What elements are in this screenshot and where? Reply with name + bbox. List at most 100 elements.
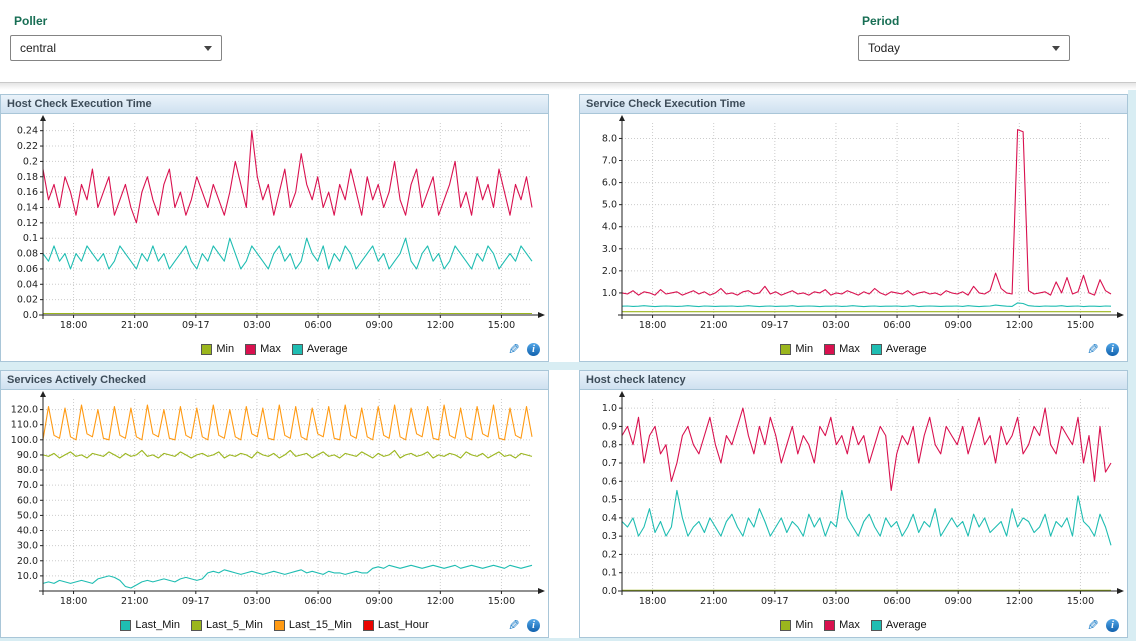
edit-graph-icon[interactable]: ✎ xyxy=(508,342,520,356)
svg-text:15:00: 15:00 xyxy=(488,320,515,331)
svg-text:4.0: 4.0 xyxy=(602,222,617,233)
info-icon[interactable]: i xyxy=(1106,343,1119,356)
svg-text:40.0: 40.0 xyxy=(17,526,38,537)
chart-legend: Min Max Average xyxy=(1,337,548,361)
svg-text:1.0: 1.0 xyxy=(602,403,617,414)
panel-host-check-execution-time: Host Check Execution Time 0.00.020.040.0… xyxy=(0,94,549,362)
legend-label: Min xyxy=(216,343,234,355)
svg-text:09:00: 09:00 xyxy=(944,320,971,331)
svg-text:18:00: 18:00 xyxy=(639,320,666,331)
chevron-down-icon xyxy=(204,46,212,51)
legend-item: Average xyxy=(871,619,927,631)
svg-text:60.0: 60.0 xyxy=(17,495,38,506)
legend-label: Average xyxy=(886,343,927,355)
legend-item: Max xyxy=(824,619,860,631)
panel-service-check-execution-time: Service Check Execution Time 1.02.03.04.… xyxy=(579,94,1128,362)
svg-text:0.4: 0.4 xyxy=(602,513,617,524)
svg-text:30.0: 30.0 xyxy=(17,541,38,552)
period-control: Period Today xyxy=(858,12,1070,61)
info-icon[interactable]: i xyxy=(527,619,540,632)
legend-label: Max xyxy=(260,343,281,355)
svg-text:0.1: 0.1 xyxy=(602,568,617,579)
chart-legend: Min Max Average xyxy=(580,337,1127,361)
svg-text:2.0: 2.0 xyxy=(602,266,617,277)
legend-swatch xyxy=(201,344,212,355)
svg-text:0.02: 0.02 xyxy=(17,295,38,306)
svg-text:18:00: 18:00 xyxy=(639,596,666,607)
chart-legend: Min Max Average xyxy=(580,613,1127,637)
svg-text:21:00: 21:00 xyxy=(121,320,148,331)
svg-text:15:00: 15:00 xyxy=(1067,596,1094,607)
legend-swatch xyxy=(191,620,202,631)
svg-text:90.0: 90.0 xyxy=(17,450,38,461)
legend-label: Average xyxy=(886,619,927,631)
background-strip xyxy=(1128,90,1136,641)
svg-text:0.7: 0.7 xyxy=(602,458,617,469)
legend-swatch xyxy=(363,620,374,631)
legend-label: Last_5_Min xyxy=(206,619,263,631)
svg-text:5.0: 5.0 xyxy=(602,200,617,211)
legend-label: Min xyxy=(795,619,813,631)
svg-text:15:00: 15:00 xyxy=(1067,320,1094,331)
legend-swatch xyxy=(824,620,835,631)
svg-text:12:00: 12:00 xyxy=(427,596,454,607)
svg-text:21:00: 21:00 xyxy=(700,596,727,607)
svg-text:0.06: 0.06 xyxy=(17,264,38,275)
edit-graph-icon[interactable]: ✎ xyxy=(1087,342,1099,356)
info-icon[interactable]: i xyxy=(527,343,540,356)
legend-swatch xyxy=(245,344,256,355)
svg-text:0.04: 0.04 xyxy=(17,279,38,290)
svg-text:21:00: 21:00 xyxy=(121,596,148,607)
edit-graph-icon[interactable]: ✎ xyxy=(1087,618,1099,632)
panel-title: Host check latency xyxy=(580,371,1127,390)
svg-text:09-17: 09-17 xyxy=(182,596,210,607)
legend-swatch xyxy=(780,344,791,355)
chart-services-actively-checked: 10.020.030.040.050.060.070.080.090.0100.… xyxy=(1,390,548,613)
svg-text:09:00: 09:00 xyxy=(365,596,392,607)
legend-swatch xyxy=(292,344,303,355)
legend-row: Min Max Average ✎ i xyxy=(1,337,548,361)
svg-text:0.1: 0.1 xyxy=(23,233,38,244)
svg-text:120.0: 120.0 xyxy=(11,405,38,416)
svg-text:0.24: 0.24 xyxy=(17,126,38,137)
svg-text:20.0: 20.0 xyxy=(17,556,38,567)
svg-text:0.6: 0.6 xyxy=(602,476,617,487)
poller-control: Poller central xyxy=(10,12,222,61)
svg-text:12:00: 12:00 xyxy=(427,320,454,331)
svg-text:18:00: 18:00 xyxy=(60,596,87,607)
svg-text:0.2: 0.2 xyxy=(23,156,38,167)
period-select[interactable]: Today xyxy=(858,35,1070,61)
legend-label: Max xyxy=(839,343,860,355)
legend-item: Min xyxy=(780,343,813,355)
info-icon[interactable]: i xyxy=(1106,619,1119,632)
legend-item: Average xyxy=(292,343,348,355)
svg-text:3.0: 3.0 xyxy=(602,244,617,255)
poller-select[interactable]: central xyxy=(10,35,222,61)
legend-swatch xyxy=(824,344,835,355)
svg-text:21:00: 21:00 xyxy=(700,320,727,331)
svg-text:09:00: 09:00 xyxy=(944,596,971,607)
panel-host-check-latency: Host check latency 0.00.10.20.30.40.50.6… xyxy=(579,370,1128,638)
edit-graph-icon[interactable]: ✎ xyxy=(508,618,520,632)
svg-text:18:00: 18:00 xyxy=(60,320,87,331)
panel-icons: ✎ i xyxy=(508,616,540,634)
legend-item: Last_Hour xyxy=(363,619,429,631)
svg-text:0.16: 0.16 xyxy=(17,187,38,198)
legend-item: Max xyxy=(824,343,860,355)
poller-label: Poller xyxy=(14,14,222,28)
svg-text:70.0: 70.0 xyxy=(17,480,38,491)
svg-text:6.0: 6.0 xyxy=(602,178,617,189)
svg-text:15:00: 15:00 xyxy=(488,596,515,607)
chart-host-check-latency: 0.00.10.20.30.40.50.60.70.80.91.018:0021… xyxy=(580,390,1127,613)
panel-title: Service Check Execution Time xyxy=(580,95,1127,114)
legend-swatch xyxy=(780,620,791,631)
chart-service-check-execution-time: 1.02.03.04.05.06.07.08.018:0021:0009-170… xyxy=(580,114,1127,337)
chevron-down-icon xyxy=(1052,46,1060,51)
legend-swatch xyxy=(871,620,882,631)
svg-text:06:00: 06:00 xyxy=(304,596,331,607)
svg-text:0.2: 0.2 xyxy=(602,549,617,560)
svg-text:0.08: 0.08 xyxy=(17,249,38,260)
svg-text:0.14: 0.14 xyxy=(17,202,38,213)
section-divider xyxy=(0,82,1136,90)
chart-legend: Last_MinLast_5_MinLast_15_MinLast_Hour xyxy=(1,613,548,637)
